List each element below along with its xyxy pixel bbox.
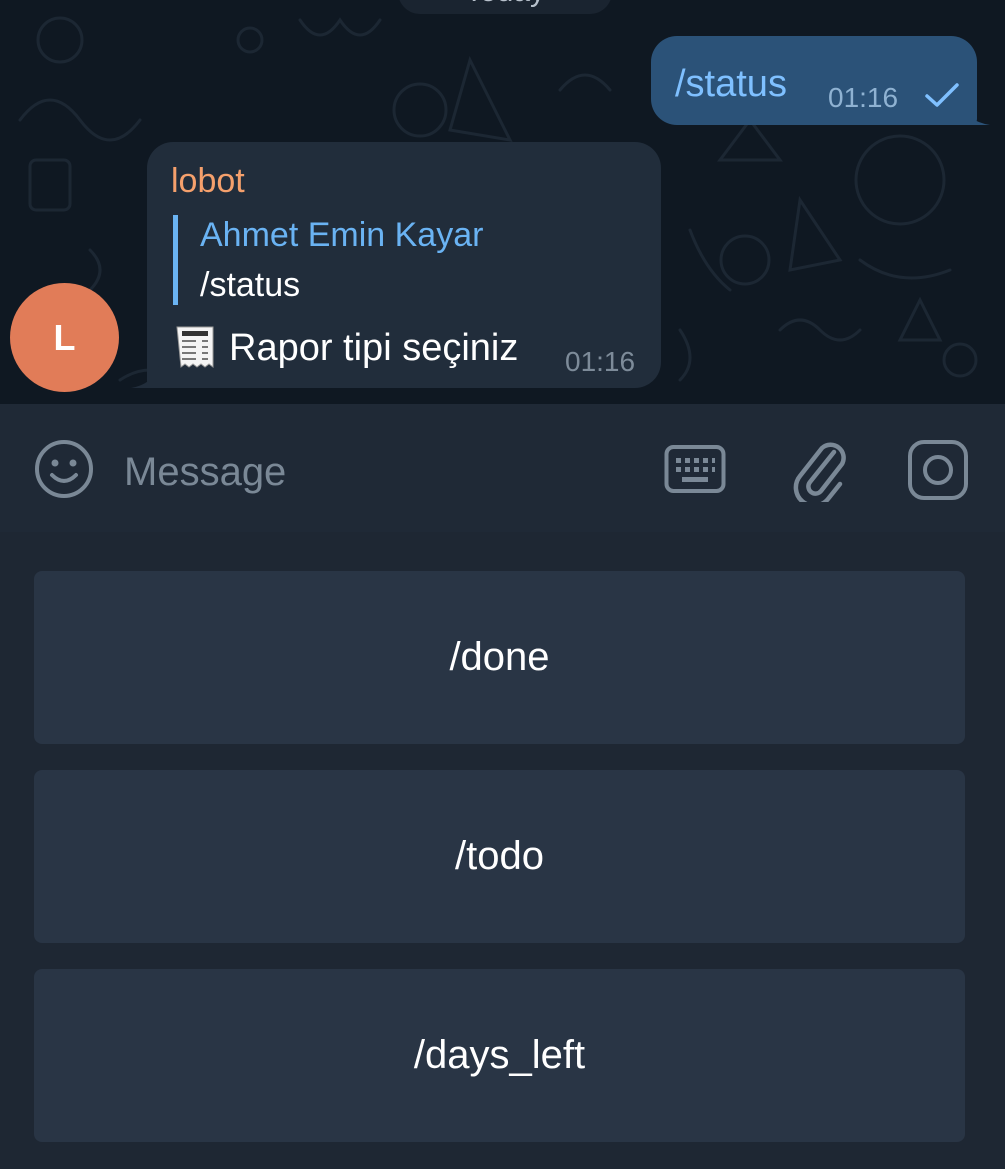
incoming-message[interactable]: lobot Ahmet Emin Kayar /status Rapor tip… (147, 142, 661, 388)
bubble-tail (131, 366, 159, 388)
chat-area[interactable]: Today /status 01:16 lobot Ahmet Emin Kay… (0, 0, 1005, 404)
receipt-icon (176, 326, 214, 368)
message-text: /status (675, 63, 787, 105)
reply-quote[interactable]: Ahmet Emin Kayar /status (173, 215, 483, 305)
outgoing-message[interactable]: /status 01:16 (651, 36, 977, 125)
reply-text: /status (200, 266, 301, 304)
read-check-icon (925, 83, 959, 107)
reply-author: Ahmet Emin Kayar (200, 216, 484, 254)
keyboard-button-todo[interactable]: /todo (34, 770, 965, 943)
date-label: Today (398, 0, 612, 14)
avatar[interactable]: L (10, 283, 119, 392)
camera-icon[interactable] (907, 439, 969, 501)
message-input[interactable] (124, 444, 624, 500)
keyboard-button-days-left[interactable]: /days_left (34, 969, 965, 1142)
bubble-tail (960, 103, 990, 125)
keyboard-icon[interactable] (664, 444, 726, 494)
message-time: 01:16 (828, 82, 899, 113)
keyboard-button-done[interactable]: /done (34, 571, 965, 744)
smile-icon[interactable] (33, 438, 95, 500)
message-time: 01:16 (565, 346, 636, 377)
message-text: Rapor tipi seçiniz (229, 327, 519, 369)
paperclip-icon[interactable] (790, 436, 848, 502)
sender-name[interactable]: lobot (171, 162, 245, 200)
